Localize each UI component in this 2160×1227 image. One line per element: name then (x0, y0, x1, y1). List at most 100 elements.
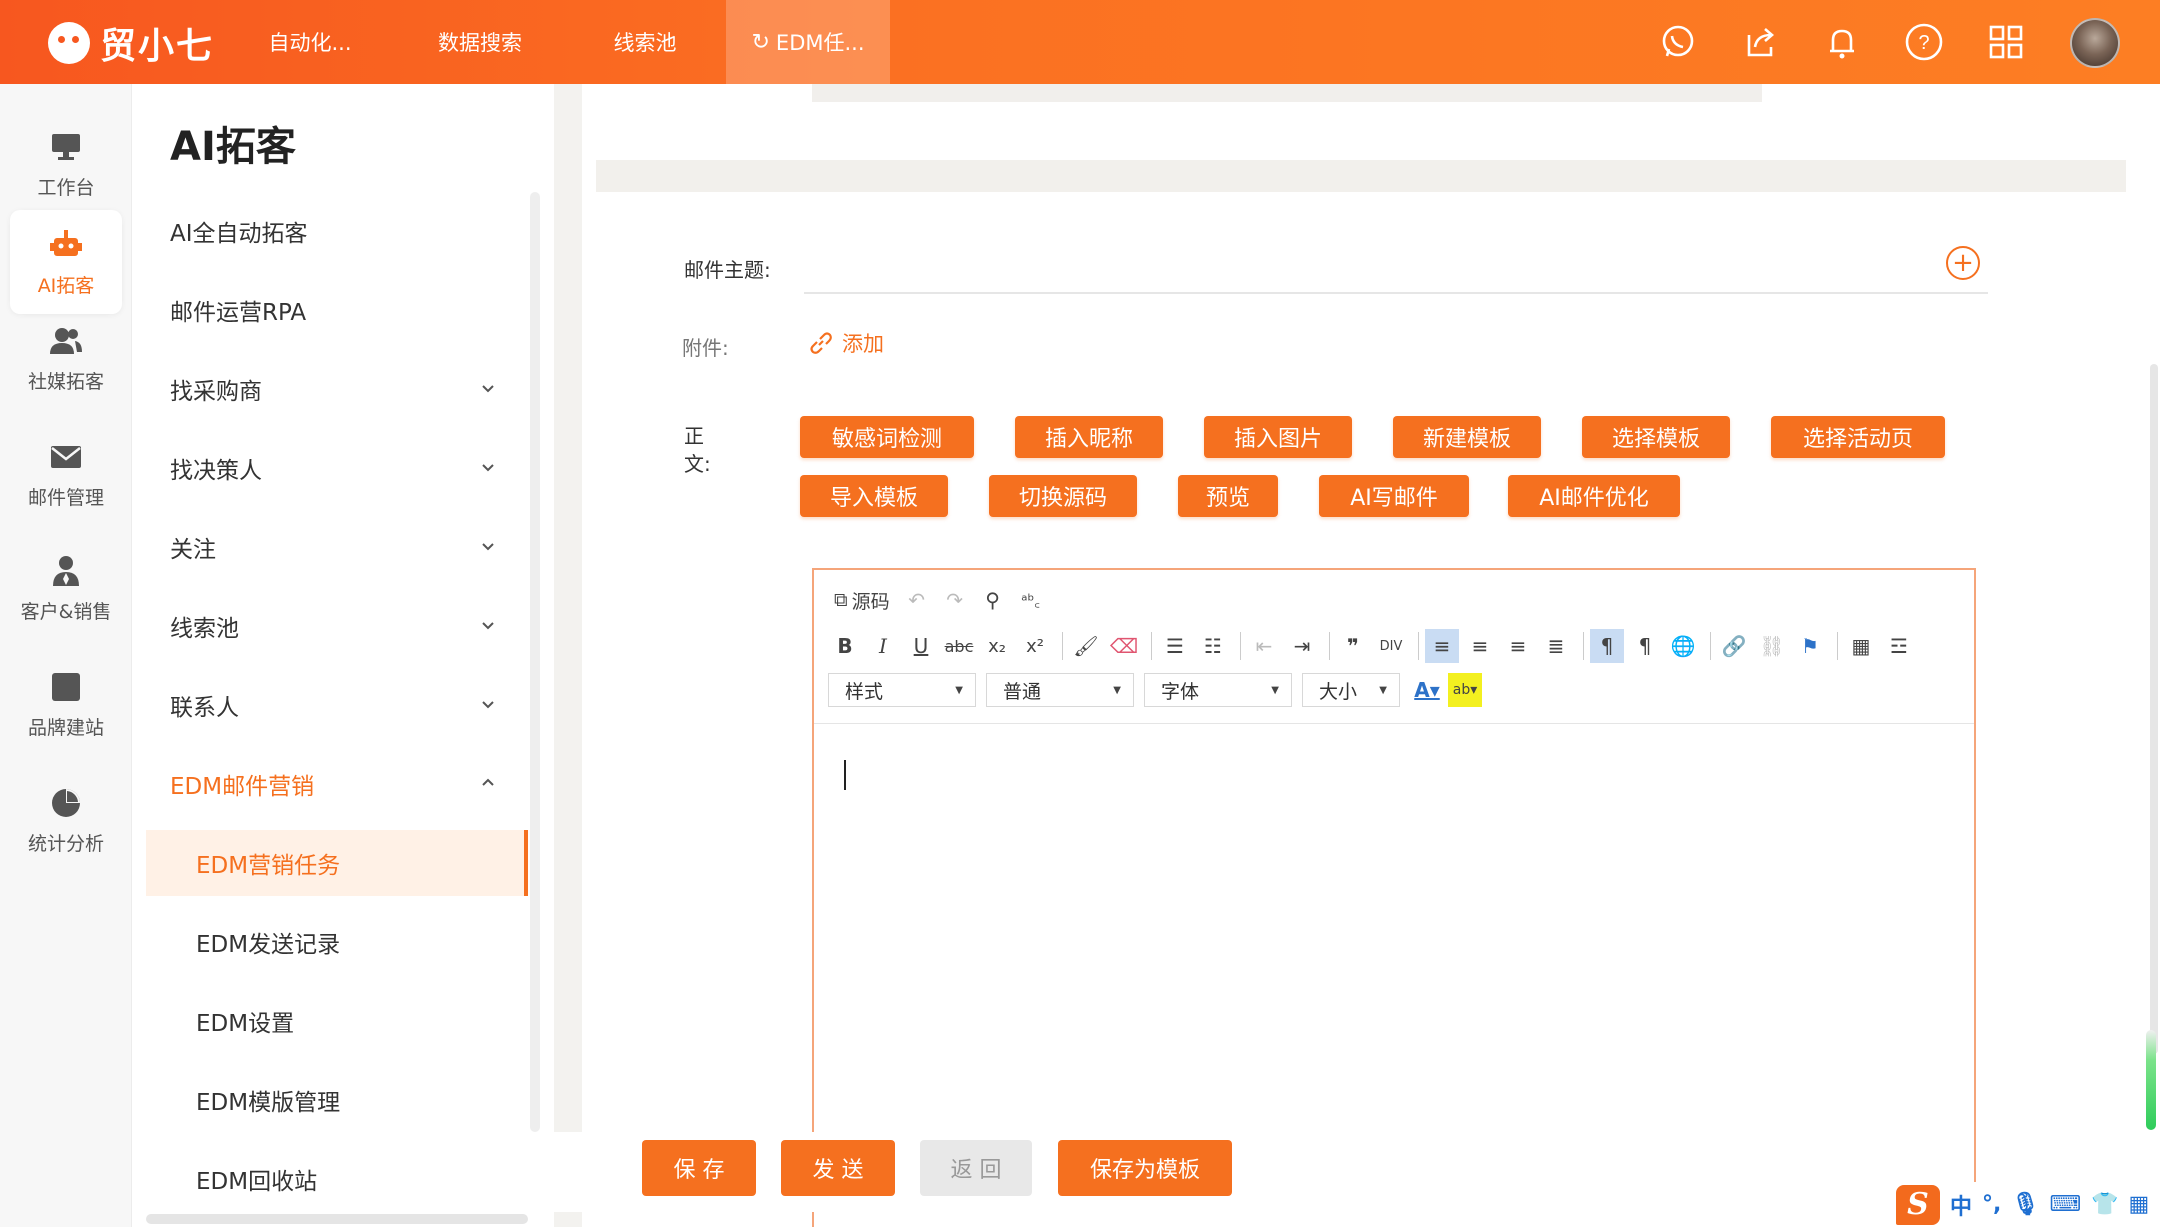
subject-input[interactable] (804, 292, 1988, 294)
eraser-icon[interactable]: ⌫ (1107, 629, 1141, 663)
source-button[interactable]: ⧉ 源码 (828, 583, 896, 617)
superscript-icon[interactable]: x² (1018, 629, 1052, 663)
sub-child-edm-send-records[interactable]: EDM发送记录 (146, 909, 528, 975)
add-subject-icon[interactable]: + (1946, 246, 1980, 280)
undo-icon[interactable]: ↶ (900, 583, 934, 617)
div-container-icon[interactable]: DIV (1374, 629, 1408, 663)
insert-nickname-button[interactable]: 插入昵称 (1015, 416, 1163, 458)
text-color-icon[interactable]: A▾ (1410, 673, 1444, 707)
new-template-button[interactable]: 新建模板 (1393, 416, 1541, 458)
editor-body[interactable] (844, 760, 846, 790)
sogou-logo-icon[interactable]: S (1896, 1184, 1940, 1225)
import-template-button[interactable]: 导入模板 (800, 475, 948, 517)
save-button[interactable]: 保 存 (642, 1140, 756, 1196)
select-template-button[interactable]: 选择模板 (1582, 416, 1730, 458)
insert-image-button[interactable]: 插入图片 (1204, 416, 1352, 458)
table-icon[interactable]: ▦ (1844, 629, 1878, 663)
horizontal-rule-icon[interactable]: ☲ (1882, 629, 1916, 663)
anchor-flag-icon[interactable]: ⚑ (1793, 629, 1827, 663)
sub-item-find-buyers[interactable]: 找采购商 (146, 356, 528, 422)
ordered-list-icon[interactable]: ☰ (1158, 629, 1192, 663)
button-label: 切换源码 (1018, 486, 1107, 511)
nav-statistics[interactable]: 统计分析 (10, 768, 122, 872)
sub-child-edm-settings[interactable]: EDM设置 (146, 988, 528, 1054)
language-icon[interactable]: 🌐 (1666, 629, 1700, 663)
user-avatar[interactable] (2070, 18, 2120, 68)
italic-icon[interactable]: I (866, 629, 900, 663)
outdent-icon[interactable]: ⇤ (1247, 629, 1281, 663)
nav-customers-sales[interactable]: 客户&销售 (10, 536, 122, 640)
background-color-icon[interactable]: ab▾ (1448, 673, 1482, 707)
bold-icon[interactable]: B (828, 629, 862, 663)
format-painter-icon[interactable]: 🖌 (1069, 629, 1103, 663)
sensitive-word-check-button[interactable]: 敏感词检测 (800, 416, 974, 458)
subject-label: 邮件主题: (684, 258, 771, 282)
blockquote-icon[interactable]: ❞ (1336, 629, 1370, 663)
ime-menu-icon[interactable]: ▦ (2128, 1192, 2149, 1217)
button-label: 保 存 (673, 1158, 725, 1183)
nav-workbench[interactable]: 工作台 (10, 112, 122, 216)
help-icon[interactable]: ? (1902, 20, 1946, 64)
save-as-template-button[interactable]: 保存为模板 (1058, 1140, 1232, 1196)
ai-optimize-mail-button[interactable]: AI邮件优化 (1508, 475, 1680, 517)
sub-child-edm-templates[interactable]: EDM模版管理 (146, 1067, 528, 1133)
preview-button[interactable]: 预览 (1178, 475, 1278, 517)
sub-item-ai-auto[interactable]: AI全自动拓客 (146, 198, 528, 264)
main-scrollbar[interactable] (2150, 364, 2158, 1054)
rtl-icon[interactable]: ¶ (1628, 629, 1662, 663)
microphone-icon[interactable]: 🎙 (2011, 1192, 2039, 1217)
ime-mode[interactable]: 中 (1950, 1189, 1972, 1221)
top-tab-data-search[interactable]: 数据搜索 (420, 0, 540, 84)
add-attachment-link[interactable]: 添加 (808, 328, 884, 358)
unlink-icon[interactable]: ⛓ (1755, 629, 1789, 663)
sub-item-contacts[interactable]: 联系人 (146, 672, 528, 738)
sub-child-edm-recycle-bin[interactable]: EDM回收站 (146, 1146, 528, 1212)
whatsapp-icon[interactable] (1656, 20, 1700, 64)
size-select[interactable]: 大小 ▼ (1302, 673, 1400, 707)
select-landing-page-button[interactable]: 选择活动页 (1771, 416, 1945, 458)
align-left-icon[interactable]: ≡ (1425, 629, 1459, 663)
apps-grid-icon[interactable] (1984, 20, 2028, 64)
style-select[interactable]: 样式 ▼ (828, 673, 976, 707)
align-right-icon[interactable]: ≡ (1501, 629, 1535, 663)
link-icon[interactable]: 🔗 (1717, 629, 1751, 663)
sub-item-find-decision-makers[interactable]: 找决策人 (146, 435, 528, 501)
punctuation-icon[interactable]: °, (1982, 1192, 2001, 1217)
align-center-icon[interactable]: ≡ (1463, 629, 1497, 663)
sub-item-follow[interactable]: 关注 (146, 514, 528, 580)
back-button[interactable]: 返 回 (920, 1140, 1032, 1196)
sub-sidebar-scrollbar[interactable] (530, 192, 540, 1132)
sub-item-lead-pool[interactable]: 线索池 (146, 593, 528, 659)
unordered-list-icon[interactable]: ☷ (1196, 629, 1230, 663)
skin-icon[interactable]: 👕 (2091, 1192, 2118, 1217)
sub-item-mail-rpa[interactable]: 邮件运营RPA (146, 277, 528, 343)
sub-item-edm-marketing[interactable]: EDM邮件营销 (146, 751, 528, 817)
underline-icon[interactable]: U (904, 629, 938, 663)
subscript-icon[interactable]: x₂ (980, 629, 1014, 663)
font-select[interactable]: 字体 ▼ (1144, 673, 1292, 707)
find-icon[interactable]: ⚲ (976, 583, 1010, 617)
indent-icon[interactable]: ⇥ (1285, 629, 1319, 663)
top-tab-edm-task[interactable]: ↻ EDM任... (726, 0, 890, 84)
app-logo[interactable]: 贸小七 (48, 18, 214, 68)
ltr-icon[interactable]: ¶ (1590, 629, 1624, 663)
format-select[interactable]: 普通 ▼ (986, 673, 1134, 707)
nav-ai-prospecting[interactable]: AI拓客 (10, 210, 122, 314)
sub-child-edm-tasks[interactable]: EDM营销任务 (146, 830, 528, 896)
sub-sidebar-hscrollbar[interactable] (146, 1214, 528, 1224)
nav-brand-site[interactable]: 品牌建站 (10, 652, 122, 756)
strikethrough-icon[interactable]: abc (942, 629, 976, 663)
nav-social-prospecting[interactable]: 社媒拓客 (10, 306, 122, 410)
spellcheck-icon[interactable]: ᵃᵇ꜀ (1014, 583, 1048, 617)
redo-icon[interactable]: ↷ (938, 583, 972, 617)
align-justify-icon[interactable]: ≣ (1539, 629, 1573, 663)
bell-icon[interactable] (1820, 20, 1864, 64)
ai-write-mail-button[interactable]: AI写邮件 (1319, 475, 1469, 517)
toggle-source-button[interactable]: 切换源码 (989, 475, 1137, 517)
send-button[interactable]: 发 送 (781, 1140, 895, 1196)
top-tab-lead-pool[interactable]: 线索池 (590, 0, 700, 84)
share-icon[interactable] (1738, 20, 1782, 64)
top-tab-automation[interactable]: 自动化... (250, 0, 370, 84)
keyboard-icon[interactable]: ⌨ (2049, 1192, 2081, 1217)
nav-mail-management[interactable]: 邮件管理 (10, 422, 122, 526)
